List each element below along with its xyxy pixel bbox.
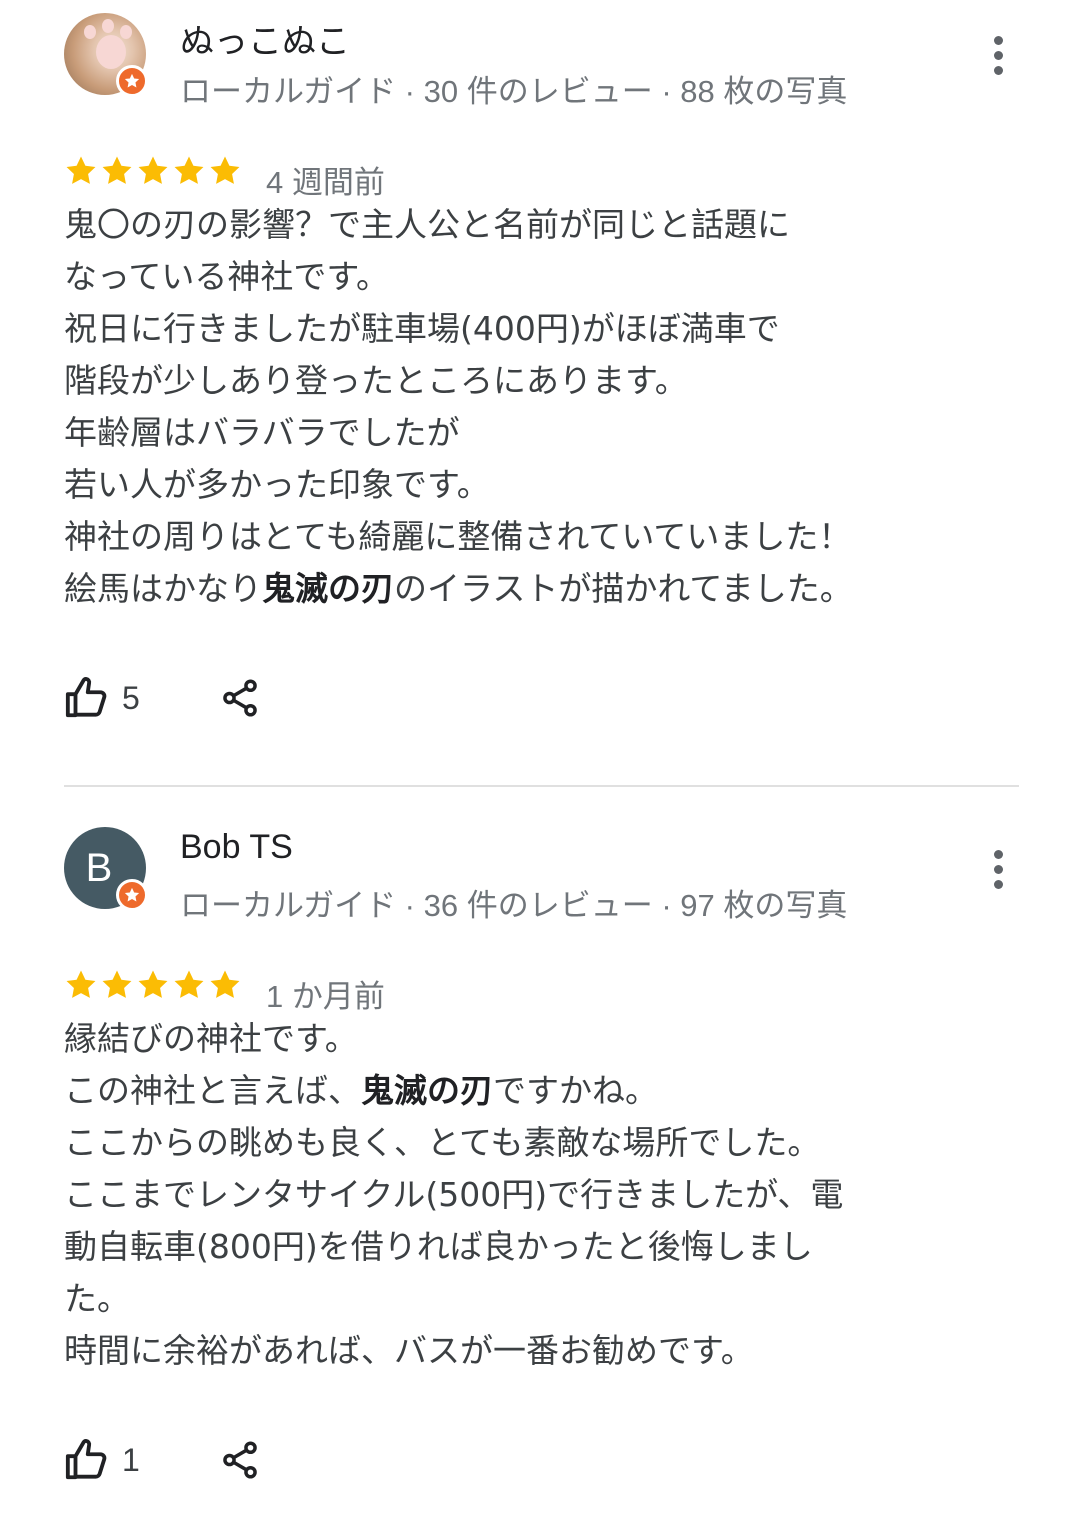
review-date: 4 週間前	[266, 165, 385, 200]
star-icon	[210, 156, 240, 184]
reviewer-meta: ローカルガイド · 30 件のレビュー · 88 枚の写真	[180, 74, 848, 109]
review-actions: 5	[64, 668, 257, 728]
star-rating	[64, 154, 242, 188]
local-guide-badge-icon	[116, 879, 148, 911]
review-actions: 1	[64, 1430, 257, 1490]
review-date: 1 か月前	[266, 979, 385, 1014]
review-text-line: た。	[64, 1279, 130, 1318]
review-text-line: 鬼〇の刃の影響？で主人公と名前が同じと話題に	[64, 205, 790, 244]
more-options-button[interactable]	[976, 839, 1020, 899]
review-text-line: 神社の周りはとても綺麗に整備されていていました！	[64, 517, 852, 556]
avatar[interactable]: B	[64, 827, 148, 911]
star-icon	[66, 156, 96, 184]
highlighted-keyword: 鬼滅の刃	[262, 569, 394, 608]
like-button[interactable]: 1	[64, 1430, 140, 1490]
review-text-line: ここからの眺めも良く、とても素敵な場所でした。	[64, 1123, 821, 1162]
like-count: 5	[122, 679, 140, 716]
review-text-line: ここまでレンタサイクル(500円)で行きましたが、電	[64, 1175, 844, 1214]
share-button[interactable]	[218, 668, 262, 728]
star-icon	[174, 970, 204, 998]
review-text-line: 縁結びの神社です。	[64, 1019, 358, 1058]
review-text-line: 絵馬はかなり鬼滅の刃のイラストが描かれてました。	[64, 569, 853, 608]
highlighted-keyword: 鬼滅の刃	[361, 1071, 493, 1110]
review-text-line: 動自転車(800円)を借りれば良かったと後悔しまし	[64, 1227, 813, 1266]
review-text-line: 時間に余裕があれば、バスが一番お勧めです。	[64, 1331, 754, 1370]
review-text-line: 祝日に行きましたが駐車場(400円)がほぼ満車で	[64, 309, 780, 348]
local-guide-badge-icon	[116, 65, 148, 97]
star-icon	[174, 156, 204, 184]
like-count: 1	[122, 1441, 140, 1478]
avatar[interactable]	[64, 13, 148, 97]
reviewer-name[interactable]: Bob TS	[180, 828, 293, 867]
star-icon	[102, 970, 132, 998]
star-icon	[102, 156, 132, 184]
star-icon	[210, 970, 240, 998]
review-text-line: この神社と言えば、鬼滅の刃ですかね。	[64, 1071, 658, 1110]
share-icon	[223, 679, 257, 717]
review-divider	[64, 785, 1019, 787]
star-icon	[66, 970, 96, 998]
star-rating	[64, 968, 242, 1002]
review-text-line: 階段が少しあり登ったところにあります。	[64, 361, 688, 400]
star-icon	[138, 970, 168, 998]
more-vert-icon	[993, 849, 1003, 859]
thumb-up-icon	[65, 677, 107, 718]
share-button[interactable]	[218, 1430, 262, 1490]
like-button[interactable]: 5	[64, 668, 140, 728]
reviewer-meta: ローカルガイド · 36 件のレビュー · 97 枚の写真	[180, 888, 848, 923]
star-icon	[138, 156, 168, 184]
share-icon	[223, 1441, 257, 1479]
more-options-button[interactable]	[976, 25, 1020, 85]
more-vert-icon	[993, 35, 1003, 45]
thumb-up-icon	[65, 1439, 107, 1480]
reviewer-name[interactable]: ぬっこぬこ	[180, 14, 350, 63]
review-text: 縁結びの神社です。 この神社と言えば、鬼滅の刃ですかね。 ここからの眺めも良く、…	[64, 1013, 1024, 1377]
review-text-line: なっている神社です。	[64, 257, 390, 296]
review-text-line: 年齢層はバラバラでしたが	[64, 413, 460, 452]
review-text: 鬼〇の刃の影響？で主人公と名前が同じと話題に なっている神社です。 祝日に行きま…	[64, 199, 1024, 615]
review-text-line: 若い人が多かった印象です。	[64, 465, 490, 504]
